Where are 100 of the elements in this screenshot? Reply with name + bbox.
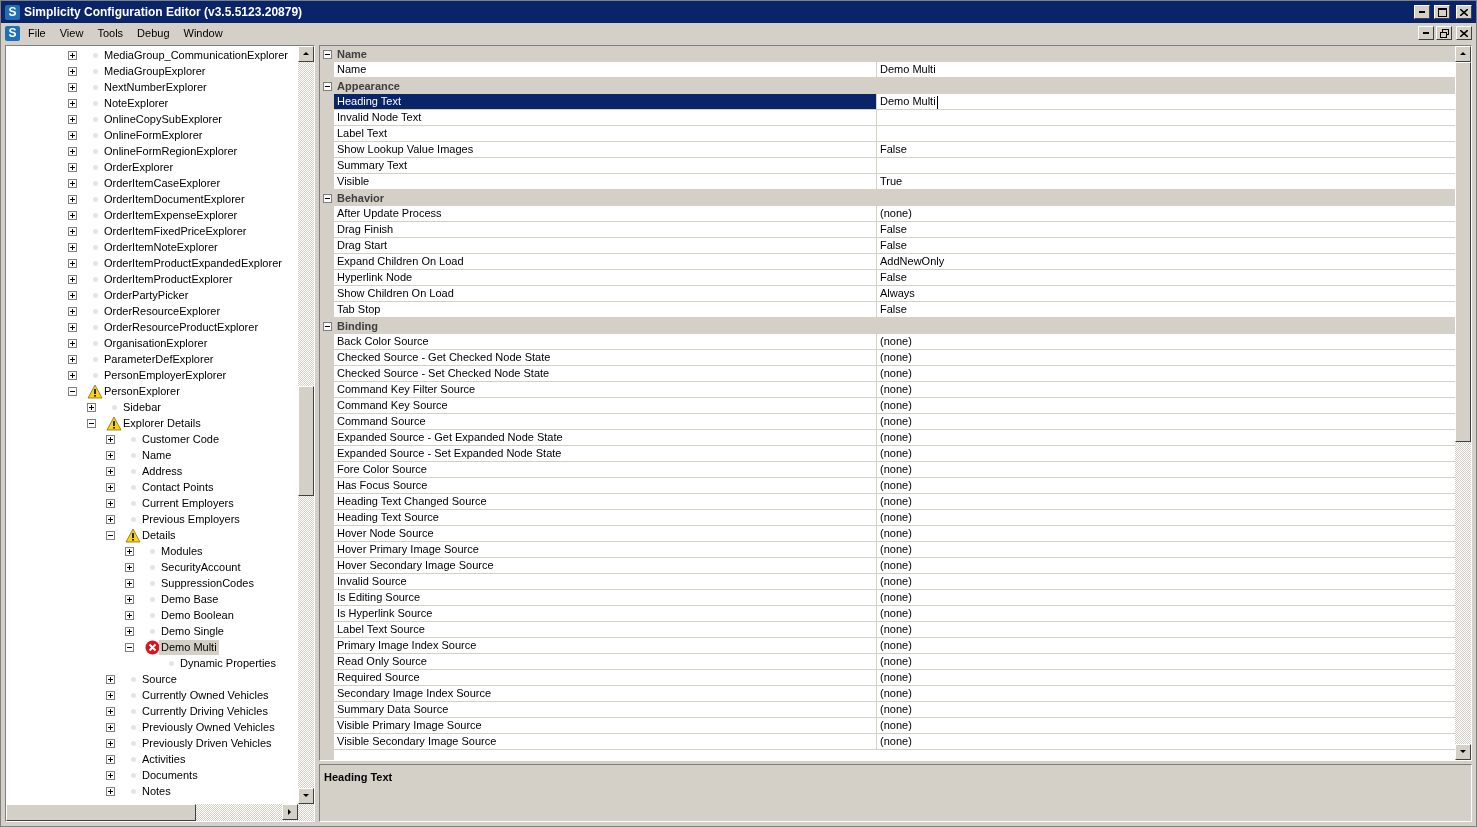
app-logo[interactable]: S bbox=[5, 25, 20, 41]
property-name[interactable]: Summary Text bbox=[334, 158, 877, 173]
expand-icon[interactable] bbox=[68, 146, 77, 156]
expand-icon[interactable] bbox=[68, 82, 77, 92]
property-name[interactable]: Heading Text bbox=[334, 94, 877, 109]
expand-icon[interactable] bbox=[68, 322, 77, 332]
property-value[interactable]: Demo Multi bbox=[877, 94, 1455, 109]
property-name[interactable]: Checked Source - Set Checked Node State bbox=[334, 366, 877, 381]
property-value[interactable]: (none) bbox=[877, 350, 1455, 365]
property-value[interactable]: False bbox=[877, 302, 1455, 317]
property-value[interactable]: Demo Multi bbox=[877, 62, 1455, 77]
tree-item[interactable]: Modules bbox=[159, 543, 205, 559]
property-name[interactable]: Heading Text Changed Source bbox=[334, 494, 877, 509]
property-value[interactable]: (none) bbox=[877, 334, 1455, 349]
tree-item[interactable]: OrderItemFixedPriceExplorer bbox=[102, 223, 249, 239]
property-value[interactable]: (none) bbox=[877, 206, 1455, 221]
expand-icon[interactable] bbox=[125, 594, 134, 604]
property-name[interactable]: Checked Source - Get Checked Node State bbox=[334, 350, 877, 365]
property-name[interactable]: Visible Primary Image Source bbox=[334, 718, 877, 733]
property-name[interactable]: After Update Process bbox=[334, 206, 877, 221]
expand-icon[interactable] bbox=[68, 66, 77, 76]
collapse-icon[interactable] bbox=[322, 321, 332, 331]
property-value[interactable]: (none) bbox=[877, 510, 1455, 525]
scroll-down-icon[interactable] bbox=[1459, 748, 1467, 756]
expand-icon[interactable] bbox=[106, 514, 115, 524]
expand-icon[interactable] bbox=[68, 178, 77, 188]
property-value[interactable]: False bbox=[877, 270, 1455, 285]
expand-icon[interactable] bbox=[125, 578, 134, 588]
scroll-thumb[interactable] bbox=[1455, 62, 1471, 442]
expand-icon[interactable] bbox=[106, 706, 115, 716]
tree-item[interactable]: Currently Driving Vehicles bbox=[140, 703, 270, 719]
tree-item[interactable]: OrderExplorer bbox=[102, 159, 176, 175]
tree-item[interactable]: Demo Multi bbox=[159, 639, 219, 655]
property-value[interactable]: (none) bbox=[877, 542, 1455, 557]
property-value[interactable]: Always bbox=[877, 286, 1455, 301]
tree-item[interactable]: Details bbox=[140, 527, 178, 543]
tree-item[interactable]: OrderPartyPicker bbox=[102, 287, 191, 303]
property-name[interactable]: Hover Primary Image Source bbox=[334, 542, 877, 557]
property-value[interactable]: (none) bbox=[877, 686, 1455, 701]
restore-button[interactable] bbox=[1436, 26, 1452, 40]
property-value[interactable]: (none) bbox=[877, 494, 1455, 509]
horizontal-scrollbar[interactable] bbox=[6, 804, 314, 821]
property-name[interactable]: Command Key Source bbox=[334, 398, 877, 413]
property-name[interactable]: Heading Text Source bbox=[334, 510, 877, 525]
expand-icon[interactable] bbox=[125, 546, 134, 556]
tree-item[interactable]: Previous Employers bbox=[140, 511, 242, 527]
property-value[interactable]: (none) bbox=[877, 606, 1455, 621]
property-value[interactable]: True bbox=[877, 174, 1455, 189]
expand-icon[interactable] bbox=[68, 242, 77, 252]
tree-item[interactable]: PersonExplorer bbox=[102, 383, 182, 399]
menu-item[interactable]: Window bbox=[177, 27, 229, 39]
tree-item[interactable]: OrderItemNoteExplorer bbox=[102, 239, 220, 255]
expand-icon[interactable] bbox=[68, 210, 77, 220]
property-name[interactable]: Required Source bbox=[334, 670, 877, 685]
property-name[interactable]: Command Source bbox=[334, 414, 877, 429]
tree-item[interactable]: Address bbox=[140, 463, 185, 479]
property-value[interactable]: (none) bbox=[877, 622, 1455, 637]
expand-icon[interactable] bbox=[68, 50, 77, 60]
property-name[interactable]: Visible Secondary Image Source bbox=[334, 734, 877, 749]
property-value[interactable]: (none) bbox=[877, 398, 1455, 413]
tree-item[interactable]: Name bbox=[140, 447, 174, 463]
expand-icon[interactable] bbox=[68, 258, 77, 268]
property-name[interactable]: Expand Children On Load bbox=[334, 254, 877, 269]
property-value[interactable]: (none) bbox=[877, 446, 1455, 461]
collapse-icon[interactable] bbox=[322, 49, 332, 59]
tree-item[interactable]: Explorer Details bbox=[121, 415, 203, 431]
expand-icon[interactable] bbox=[106, 674, 115, 684]
tree-item[interactable]: Activities bbox=[140, 751, 188, 767]
expand-icon[interactable] bbox=[106, 498, 115, 508]
tree-item[interactable]: Currently Owned Vehicles bbox=[140, 687, 271, 703]
collapse-icon[interactable] bbox=[322, 81, 332, 91]
collapse-icon[interactable] bbox=[125, 642, 134, 652]
menu-item[interactable]: Tools bbox=[91, 27, 130, 39]
property-name[interactable]: Hover Node Source bbox=[334, 526, 877, 541]
tree-item[interactable]: OrderItemDocumentExplorer bbox=[102, 191, 247, 207]
property-name[interactable]: Command Key Filter Source bbox=[334, 382, 877, 397]
menu-item[interactable]: View bbox=[53, 27, 90, 39]
scroll-right-icon[interactable] bbox=[286, 808, 294, 816]
tree-item[interactable]: Notes bbox=[140, 783, 173, 799]
expand-icon[interactable] bbox=[106, 466, 115, 476]
tree-item[interactable]: Current Employers bbox=[140, 495, 236, 511]
tree-item[interactable]: PersonEmployerExplorer bbox=[102, 367, 229, 383]
property-name[interactable]: Expanded Source - Set Expanded Node State bbox=[334, 446, 877, 461]
property-value[interactable]: (none) bbox=[877, 366, 1455, 381]
scroll-up-icon[interactable] bbox=[302, 50, 310, 58]
expand-icon[interactable] bbox=[68, 130, 77, 140]
property-value[interactable]: (none) bbox=[877, 558, 1455, 573]
tree-item[interactable]: MediaGroup_CommunicationExplorer bbox=[102, 47, 291, 63]
expand-icon[interactable] bbox=[106, 738, 115, 748]
property-name[interactable]: Has Focus Source bbox=[334, 478, 877, 493]
property-value[interactable]: (none) bbox=[877, 734, 1455, 749]
close-button[interactable] bbox=[1456, 26, 1472, 40]
expand-icon[interactable] bbox=[68, 370, 77, 380]
scroll-thumb[interactable] bbox=[6, 804, 196, 821]
tree-item[interactable]: OrderItemProductExpandedExplorer bbox=[102, 255, 284, 271]
tree-item[interactable]: Source bbox=[140, 671, 179, 687]
tree-item[interactable]: Demo Single bbox=[159, 623, 226, 639]
tree-item[interactable]: Contact Points bbox=[140, 479, 216, 495]
vertical-scrollbar[interactable] bbox=[298, 46, 314, 804]
property-value[interactable]: (none) bbox=[877, 526, 1455, 541]
